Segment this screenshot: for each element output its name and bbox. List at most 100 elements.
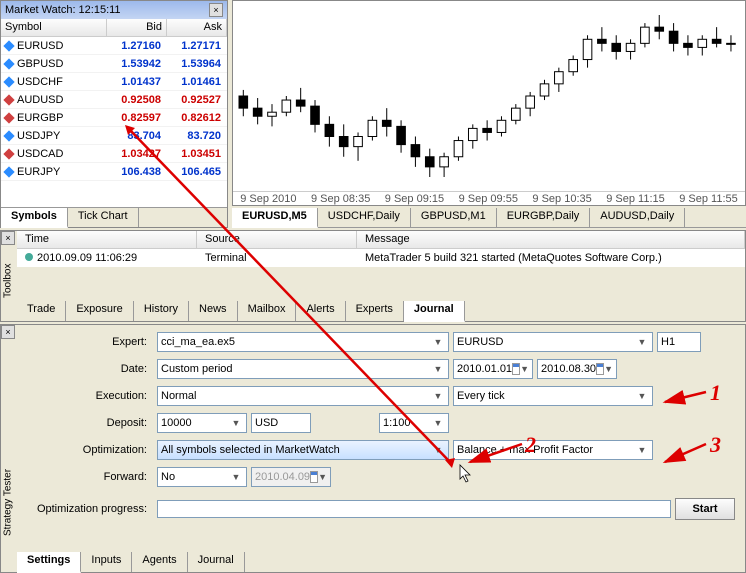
toolbox-tab[interactable]: Trade bbox=[17, 301, 66, 321]
toolbox-tab[interactable]: News bbox=[189, 301, 238, 321]
symbol-row[interactable]: EURJPY106.438106.465 bbox=[1, 163, 227, 181]
chart-tab[interactable]: GBPUSD,M1 bbox=[411, 208, 497, 227]
chevron-down-icon: ▼ bbox=[604, 364, 613, 374]
execution-label: Execution: bbox=[29, 390, 153, 402]
chevron-down-icon: ▼ bbox=[431, 391, 445, 401]
chevron-down-icon: ▼ bbox=[635, 337, 649, 347]
optimization-label: Optimization: bbox=[29, 444, 153, 456]
forward-select[interactable]: No▼ bbox=[157, 467, 247, 487]
symbol-row[interactable]: EURGBP0.825970.82612 bbox=[1, 109, 227, 127]
optimization-select[interactable]: All symbols selected in MarketWatch▼ bbox=[157, 440, 449, 460]
date-to-input[interactable]: 2010.08.30▼ bbox=[537, 359, 617, 379]
expert-label: Expert: bbox=[29, 336, 153, 348]
price-direction-icon bbox=[3, 94, 14, 105]
close-icon[interactable]: × bbox=[1, 231, 15, 245]
col-symbol[interactable]: Symbol bbox=[1, 19, 107, 36]
chevron-down-icon: ▼ bbox=[431, 364, 445, 374]
chart-tab[interactable]: USDCHF,Daily bbox=[318, 208, 411, 227]
toolbox-panel: × Toolbox Time Source Message 2010.09.09… bbox=[0, 230, 746, 322]
date-from-input[interactable]: 2010.01.01▼ bbox=[453, 359, 533, 379]
chevron-down-icon: ▼ bbox=[431, 337, 445, 347]
journal-row[interactable]: 2010.09.09 11:06:29 Terminal MetaTrader … bbox=[17, 249, 745, 267]
tester-tab[interactable]: Agents bbox=[132, 552, 187, 572]
col-ask[interactable]: Ask bbox=[167, 19, 227, 36]
forward-label: Forward: bbox=[29, 471, 153, 483]
currency-select[interactable]: USD bbox=[251, 413, 311, 433]
chevron-down-icon: ▼ bbox=[635, 391, 649, 401]
criterion-select[interactable]: Balance + max Profit Factor▼ bbox=[453, 440, 653, 460]
price-direction-icon bbox=[3, 58, 14, 69]
chart-tab[interactable]: EURGBP,Daily bbox=[497, 208, 591, 227]
leverage-select[interactable]: 1:100▼ bbox=[379, 413, 449, 433]
symbol-row[interactable]: USDCAD1.034271.03451 bbox=[1, 145, 227, 163]
period-select[interactable]: H1 bbox=[657, 332, 701, 352]
symbol-row[interactable]: USDCHF1.014371.01461 bbox=[1, 73, 227, 91]
symbol-row[interactable]: USDJPY83.70483.720 bbox=[1, 127, 227, 145]
forward-date-input: 2010.04.09▼ bbox=[251, 467, 331, 487]
execution-mode-select[interactable]: Every tick▼ bbox=[453, 386, 653, 406]
col-time[interactable]: Time bbox=[17, 231, 197, 248]
symbol-row[interactable]: GBPUSD1.539421.53964 bbox=[1, 55, 227, 73]
price-direction-icon bbox=[3, 148, 14, 159]
tester-tab[interactable]: Settings bbox=[17, 552, 81, 573]
tester-tab[interactable]: Inputs bbox=[81, 552, 132, 572]
chevron-down-icon: ▼ bbox=[431, 418, 445, 428]
calendar-icon bbox=[596, 363, 604, 375]
toolbox-tab[interactable]: History bbox=[134, 301, 189, 321]
chevron-down-icon: ▼ bbox=[635, 445, 649, 455]
toolbox-tab[interactable]: Exposure bbox=[66, 301, 133, 321]
date-label: Date: bbox=[29, 363, 153, 375]
toolbox-tab[interactable]: Alerts bbox=[296, 301, 345, 321]
toolbox-tab[interactable]: Experts bbox=[346, 301, 404, 321]
toolbox-label: Toolbox bbox=[1, 251, 15, 311]
chart-tab[interactable]: AUDUSD,Daily bbox=[590, 208, 685, 227]
strategy-tester-panel: × Strategy Tester Expert: cci_ma_ea.ex5▼… bbox=[0, 324, 746, 573]
close-icon[interactable]: × bbox=[1, 325, 15, 339]
price-direction-icon bbox=[3, 76, 14, 87]
optimization-progress-bar bbox=[157, 500, 671, 518]
execution-select[interactable]: Normal▼ bbox=[157, 386, 449, 406]
chart-x-axis: 9 Sep 20109 Sep 08:359 Sep 09:159 Sep 09… bbox=[233, 191, 745, 205]
market-watch-title: Market Watch: 12:15:11 bbox=[5, 4, 121, 16]
calendar-icon bbox=[512, 363, 520, 375]
strategy-tester-label: Strategy Tester bbox=[1, 452, 15, 552]
chevron-down-icon: ▼ bbox=[229, 418, 243, 428]
chevron-down-icon: ▼ bbox=[431, 445, 445, 455]
progress-label: Optimization progress: bbox=[29, 503, 153, 515]
price-direction-icon bbox=[3, 166, 14, 177]
expert-select[interactable]: cci_ma_ea.ex5▼ bbox=[157, 332, 449, 352]
col-source[interactable]: Source bbox=[197, 231, 357, 248]
symbol-row[interactable]: EURUSD1.271601.27171 bbox=[1, 37, 227, 55]
market-watch-header: Symbol Bid Ask bbox=[1, 19, 227, 37]
toolbox-tab[interactable]: Mailbox bbox=[238, 301, 297, 321]
toolbox-tab[interactable]: Journal bbox=[404, 301, 465, 322]
annotation-3: 3 bbox=[710, 432, 721, 458]
toolbox-header: Time Source Message bbox=[17, 231, 745, 249]
chart-area[interactable]: 9 Sep 20109 Sep 08:359 Sep 09:159 Sep 09… bbox=[232, 0, 746, 206]
symbol-select[interactable]: EURUSD▼ bbox=[453, 332, 653, 352]
chart-tab[interactable]: EURUSD,M5 bbox=[232, 208, 318, 228]
annotation-1: 1 bbox=[710, 380, 721, 406]
close-icon[interactable]: × bbox=[209, 3, 223, 17]
date-mode-select[interactable]: Custom period▼ bbox=[157, 359, 449, 379]
symbol-row[interactable]: AUDUSD0.925080.92527 bbox=[1, 91, 227, 109]
price-direction-icon bbox=[3, 130, 14, 141]
market-watch-titlebar[interactable]: Market Watch: 12:15:11 × bbox=[1, 1, 227, 19]
col-bid[interactable]: Bid bbox=[107, 19, 167, 36]
deposit-label: Deposit: bbox=[29, 417, 153, 429]
chevron-down-icon: ▼ bbox=[229, 472, 243, 482]
start-button[interactable]: Start bbox=[675, 498, 735, 520]
price-direction-icon bbox=[3, 112, 14, 123]
deposit-input[interactable]: 10000▼ bbox=[157, 413, 247, 433]
col-message[interactable]: Message bbox=[357, 231, 745, 248]
chevron-down-icon: ▼ bbox=[318, 472, 327, 482]
price-direction-icon bbox=[3, 40, 14, 51]
market-watch-panel: Market Watch: 12:15:11 × Symbol Bid Ask … bbox=[0, 0, 228, 228]
tab-tick-chart[interactable]: Tick Chart bbox=[68, 208, 139, 227]
chevron-down-icon: ▼ bbox=[520, 364, 529, 374]
tab-symbols[interactable]: Symbols bbox=[1, 208, 68, 228]
status-dot-icon bbox=[25, 253, 33, 261]
calendar-icon bbox=[310, 471, 318, 483]
annotation-2: 2 bbox=[525, 432, 536, 458]
tester-tab[interactable]: Journal bbox=[188, 552, 245, 572]
